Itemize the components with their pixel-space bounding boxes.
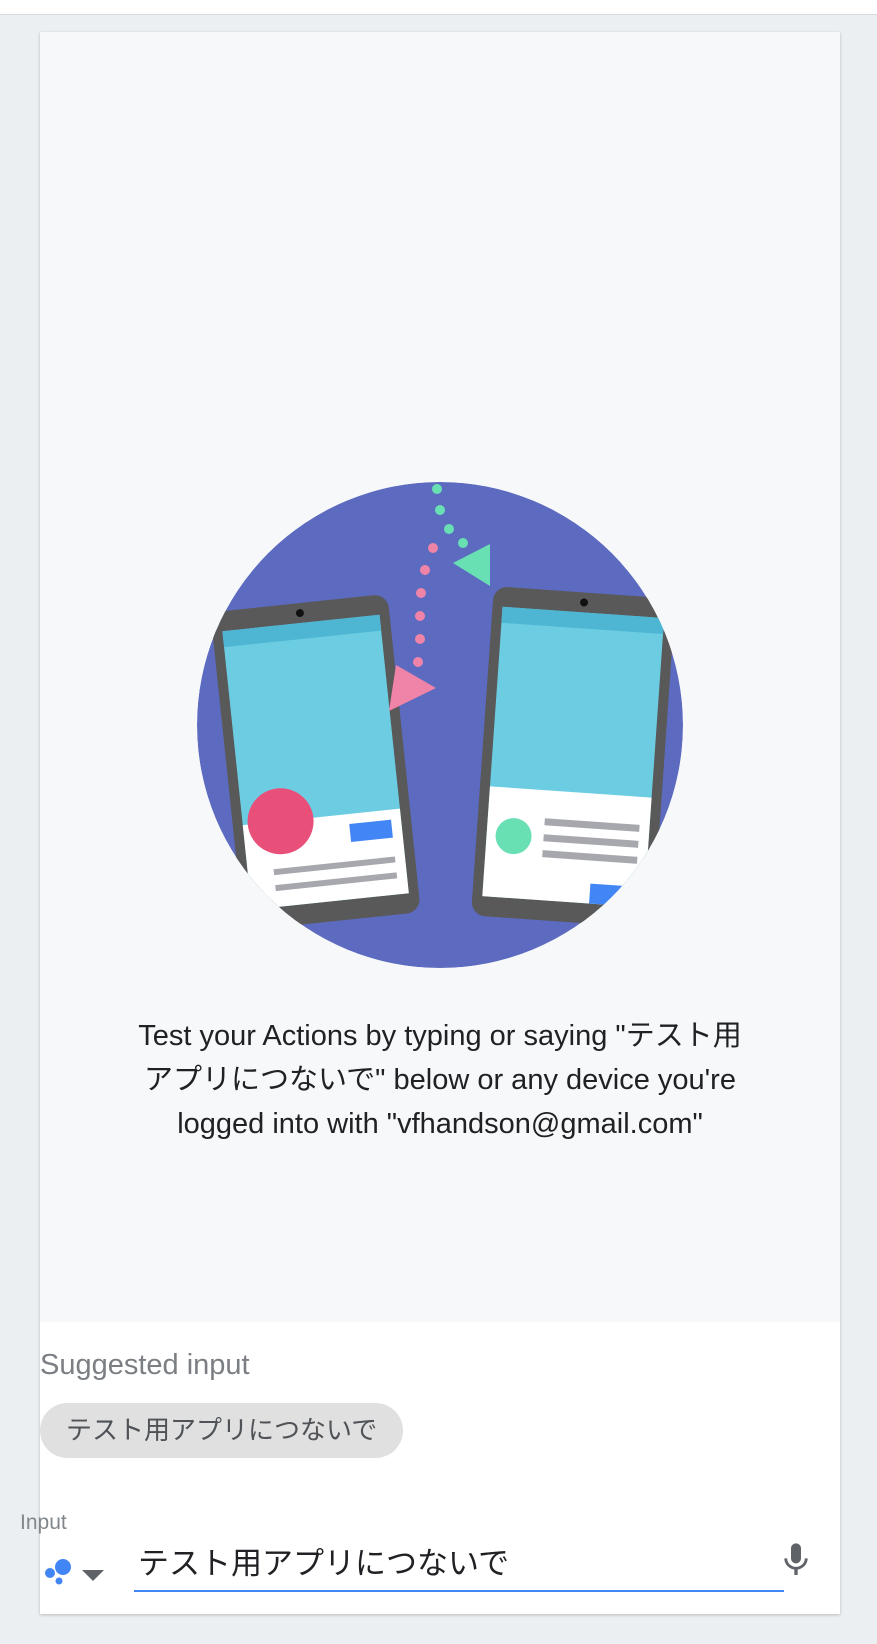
input-label: Input <box>20 1511 67 1534</box>
surface-selector[interactable] <box>40 1550 108 1590</box>
welcome-line: Test your Actions by typing or saying "テ… <box>138 1020 742 1052</box>
query-input-field <box>134 1540 784 1592</box>
query-input[interactable] <box>138 1540 698 1588</box>
microphone-button[interactable] <box>776 1538 816 1582</box>
suggestion-chip[interactable]: テスト用アプリにつないで <box>40 1403 404 1458</box>
caret-down-icon <box>82 1570 104 1581</box>
conversation-area: Test your Actions by typing or saying "テ… <box>40 32 840 1322</box>
welcome-line: アプリにつないで" below or any device you're <box>144 1064 736 1096</box>
welcome-message: Test your Actions by typing or saying "テ… <box>80 1014 800 1146</box>
suggested-input-title: Suggested input <box>40 1349 250 1381</box>
phones-illustration <box>197 482 683 968</box>
microphone-icon <box>784 1543 808 1575</box>
welcome-line: logged into with "vfhandson@gmail.com" <box>177 1108 703 1140</box>
top-bar <box>0 0 877 15</box>
